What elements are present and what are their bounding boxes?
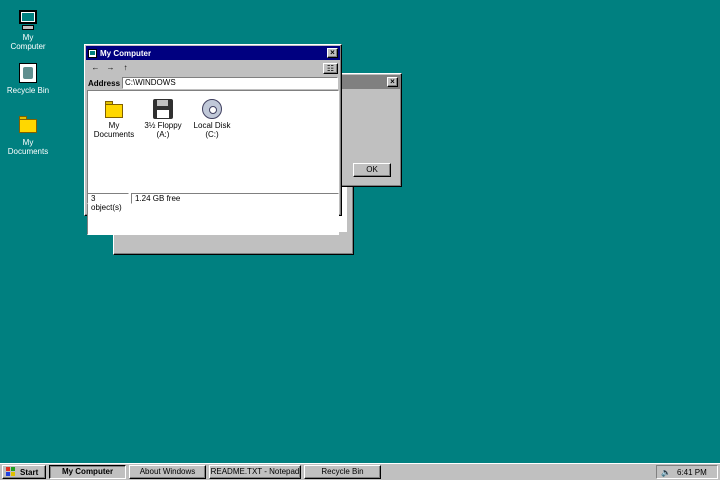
address-bar: Address C:\WINDOWS — [85, 76, 341, 90]
toolbar: ← → ↑ ☷ — [85, 62, 341, 75]
folder-icon — [103, 99, 125, 119]
start-label: Start — [20, 467, 39, 477]
desktop-icon-my-documents[interactable]: My Documents — [0, 114, 56, 156]
desktop-icon-label: My — [22, 138, 34, 147]
computer-icon — [17, 9, 39, 31]
file-item-floppy[interactable]: 3½ Floppy (A:) — [140, 99, 186, 139]
file-item-label: (C:) — [205, 130, 219, 139]
windows-logo-icon — [6, 467, 16, 477]
desktop-icon-my-computer[interactable]: My Computer — [0, 9, 56, 51]
back-button[interactable]: ← — [88, 63, 103, 74]
taskbar-button-my-computer[interactable]: My Computer — [49, 465, 126, 479]
file-item-label: My — [108, 121, 120, 130]
clock: 6:41 PM — [676, 467, 707, 477]
folder-icon — [17, 114, 39, 136]
floppy-icon — [152, 99, 174, 119]
file-item-label: (A:) — [156, 130, 170, 139]
system-tray: 🔈 6:41 PM — [656, 465, 718, 479]
desktop-icon-label: Documents — [7, 147, 49, 156]
views-button[interactable]: ☷ — [323, 63, 338, 74]
file-item-label: Documents — [93, 130, 135, 139]
notepad-window[interactable]: × OK — [339, 73, 402, 187]
my-computer-window[interactable]: My Computer × ← → ↑ ☷ Address C:\WINDOWS… — [84, 44, 342, 235]
file-item-label: 3½ Floppy — [144, 121, 182, 130]
address-input[interactable]: C:\WINDOWS — [122, 77, 338, 89]
hard-disk-icon — [201, 99, 223, 119]
my-computer-title-bar[interactable]: My Computer × — [86, 46, 340, 60]
taskbar: Start My Computer About Windows README.T… — [0, 463, 720, 480]
status-bar: 3 object(s) 1.24 GB free — [87, 193, 339, 212]
desktop-icon-label: My — [22, 33, 34, 42]
recycle-bin-icon — [17, 62, 39, 84]
computer-icon — [88, 48, 97, 58]
desktop-icon-label: Computer — [10, 42, 46, 51]
forward-button[interactable]: → — [103, 63, 118, 74]
close-button[interactable]: × — [327, 48, 338, 58]
volume-icon[interactable]: 🔈 — [661, 468, 671, 477]
file-item-my-documents[interactable]: My Documents — [91, 99, 137, 139]
desktop-icon-label: Recycle Bin — [6, 86, 50, 95]
up-button[interactable]: ↑ — [118, 63, 133, 74]
desktop-icon-recycle-bin[interactable]: Recycle Bin — [0, 62, 56, 95]
file-item-local-disk[interactable]: Local Disk (C:) — [189, 99, 235, 139]
ok-button[interactable]: OK — [353, 163, 391, 177]
window-title: My Computer — [100, 48, 152, 58]
taskbar-button-about-windows[interactable]: About Windows — [129, 465, 206, 479]
notepad-title-bar[interactable]: × — [341, 75, 400, 89]
taskbar-button-notepad[interactable]: README.TXT - Notepad — [209, 465, 301, 479]
close-button[interactable]: × — [387, 77, 398, 87]
status-object-count: 3 object(s) — [87, 193, 129, 212]
status-free-space: 1.24 GB free — [131, 193, 339, 204]
taskbar-button-recycle-bin[interactable]: Recycle Bin — [304, 465, 381, 479]
start-button[interactable]: Start — [2, 465, 46, 479]
file-view: My Documents 3½ Floppy (A:) Local Disk (… — [87, 90, 339, 235]
address-label: Address — [88, 78, 121, 88]
file-item-label: Local Disk — [193, 121, 231, 130]
